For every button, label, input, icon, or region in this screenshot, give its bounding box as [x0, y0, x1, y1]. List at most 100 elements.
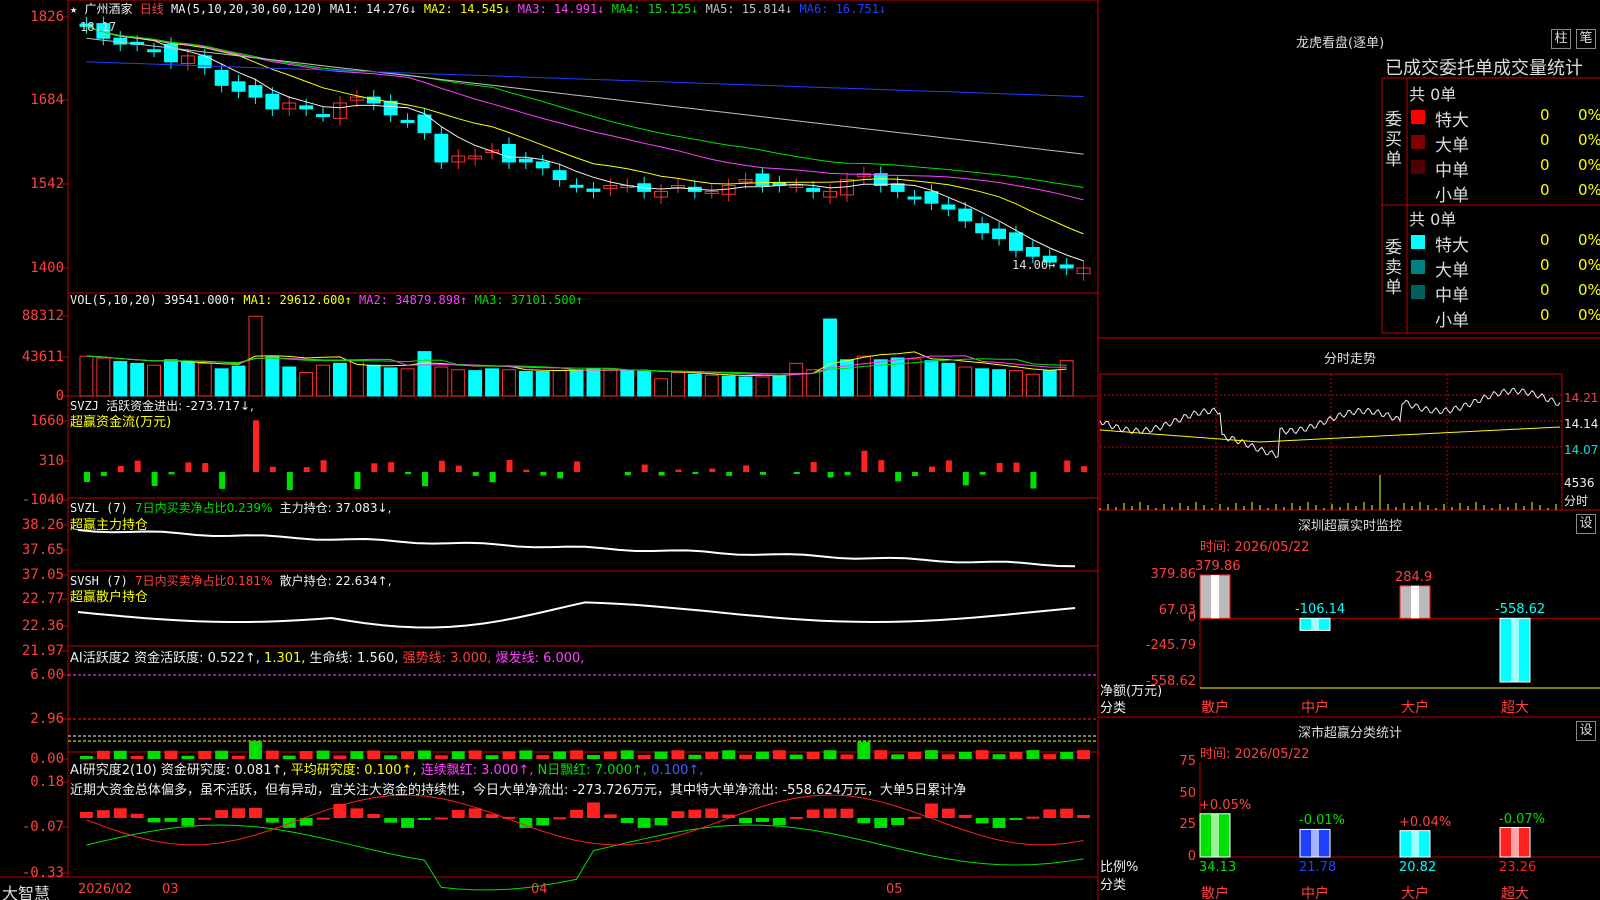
longhu-buy-pct-0: 0% [1578, 106, 1600, 124]
ai-research-bar-57 [1043, 809, 1057, 818]
ma-values: MA1: 14.276↓ MA2: 14.545↓ MA3: 14.991↓ M… [330, 2, 886, 16]
volume-bar-21 [434, 366, 449, 397]
volume-bar-40 [755, 376, 770, 397]
volume-bar-13 [299, 371, 314, 397]
volume-bar-39 [738, 376, 753, 397]
svzj-bar-39 [743, 465, 750, 472]
longhu-sell-label: 委卖单 [1385, 238, 1402, 298]
svsh-y-1: 22.36 [21, 618, 64, 634]
szc-val-3: 23.26 [1499, 860, 1537, 875]
svzj-bar-4 [151, 472, 158, 486]
volume-bar-27 [535, 371, 550, 397]
longhu-buy-name-3: 小单 [1435, 186, 1469, 206]
svsh-y-2: 21.97 [21, 643, 64, 659]
ma-line-4 [86, 25, 1084, 188]
svzj-bar-19 [405, 472, 412, 475]
szm-cat-0: 散户 [1201, 700, 1229, 716]
candle-body-10 [248, 85, 263, 98]
top-price-note: 18.17 [80, 20, 117, 34]
candle-body-49 [907, 196, 922, 200]
ai-research-bar-1 [96, 810, 110, 818]
ai-research-val3: 连续飘红: 3.000↑, [420, 763, 534, 778]
brand-logo[interactable]: 大智慧 [2, 880, 50, 900]
ma-line-1 [86, 25, 1084, 262]
ai-active-bar-8 [215, 750, 229, 759]
szc-val-1: 21.78 [1299, 860, 1337, 875]
svzj-bar-29 [574, 461, 581, 472]
ai-active-bar-22 [451, 751, 465, 759]
period-label[interactable]: 日线 [140, 2, 164, 16]
svzl-title: SVZL (7) [70, 501, 128, 515]
sz-monitor-settings-button[interactable]: 设 [1576, 514, 1596, 534]
ai-research-bar-48 [891, 818, 905, 826]
stock-name[interactable]: 广州酒家 [84, 2, 132, 16]
ai-active-bar-37 [705, 751, 719, 759]
szc-y-2: 25 [1179, 817, 1196, 833]
longhu-tick-button[interactable]: 笔 [1576, 29, 1596, 49]
volume-ma2: MA2: 34879.898↑ [359, 293, 468, 307]
ma-value-4: MA4: 15.125↓ [604, 2, 699, 16]
ai-active-bar-32 [620, 750, 634, 759]
ai-research-bar-22 [451, 809, 465, 818]
volume-bar-31 [603, 368, 618, 397]
longhu-buy-count-1: 0 [1540, 131, 1550, 149]
ai-research-bar-3 [130, 813, 144, 818]
szc-val-0: 34.13 [1199, 860, 1237, 875]
szc-y-0: 75 [1179, 754, 1196, 769]
main-y-3: 1400 [30, 260, 64, 276]
candle-body-27 [535, 161, 550, 169]
candle-body-54 [992, 228, 1006, 240]
candle-body-26 [518, 158, 533, 163]
x-label-1: 03 [162, 882, 179, 897]
svzj-bar-35 [675, 469, 682, 472]
ma-line-5 [86, 37, 1084, 155]
ai-active-bar-10 [249, 740, 262, 759]
ai-research-bar-11 [265, 818, 279, 823]
longhu-buy-swatch-1 [1411, 135, 1425, 149]
volume-bar-33 [637, 371, 652, 397]
favorite-star-icon[interactable]: ★ [70, 2, 77, 16]
ai-research-bar-20 [418, 818, 431, 820]
ai-active-bar-29 [570, 750, 583, 759]
longhu-sell-pct-1: 0% [1578, 256, 1600, 274]
longhu-bar-button[interactable]: 柱 [1551, 29, 1571, 49]
vol-y-1: 43611 [21, 349, 64, 365]
volume-bar-36 [687, 373, 702, 397]
ai-research-bar-49 [908, 816, 921, 819]
longhu-sell-total: 共 0单 [1409, 210, 1457, 229]
ai-active-bar-28 [553, 751, 567, 759]
svzj-bar-26 [523, 469, 530, 472]
szm-cat-3: 超大 [1501, 700, 1529, 716]
ai-active-bar-56 [1026, 750, 1040, 759]
ai-active-bar-43 [806, 751, 820, 759]
ai-active-bar-25 [502, 751, 516, 759]
longhu-sell-name-1: 大单 [1435, 261, 1469, 281]
svzl-y-1: 37.65 [21, 542, 64, 558]
longhu-buy-name-0: 特大 [1435, 111, 1469, 131]
svzj-bar-59 [1081, 466, 1088, 472]
ai-active-bar-17 [367, 750, 381, 759]
longhu-sell-count-2: 0 [1540, 281, 1550, 299]
svzj-bar-34 [658, 472, 665, 476]
volume-bar-52 [958, 366, 973, 397]
svzj-bar-13 [303, 467, 310, 472]
ai-research-bar-8 [215, 810, 229, 818]
volume-bar-44 [823, 318, 837, 397]
ai-research-bar-27 [536, 818, 550, 826]
volume-bar-23 [468, 370, 483, 397]
sz-classify-settings-button[interactable]: 设 [1576, 721, 1596, 741]
volume-bar-56 [1025, 373, 1040, 397]
ai-active-bar-42 [789, 754, 803, 759]
candle-body-11 [265, 93, 280, 110]
svzj-bar-23 [472, 472, 479, 476]
szc-y-3: 0 [1187, 849, 1196, 864]
volume-bar-8 [214, 368, 229, 397]
svzl-line [77, 529, 1076, 568]
longhu-sell-name-3: 小单 [1435, 311, 1469, 331]
volume-bar-14 [316, 364, 331, 397]
ai-research-bar-56 [1026, 816, 1040, 819]
szc-change-1: -0.01% [1299, 813, 1345, 829]
svsh-y-0: 22.77 [21, 591, 64, 607]
longhu-tabs[interactable]: 已成交委托单成交量统计 [1385, 54, 1583, 80]
volume-bar-22 [451, 369, 466, 397]
